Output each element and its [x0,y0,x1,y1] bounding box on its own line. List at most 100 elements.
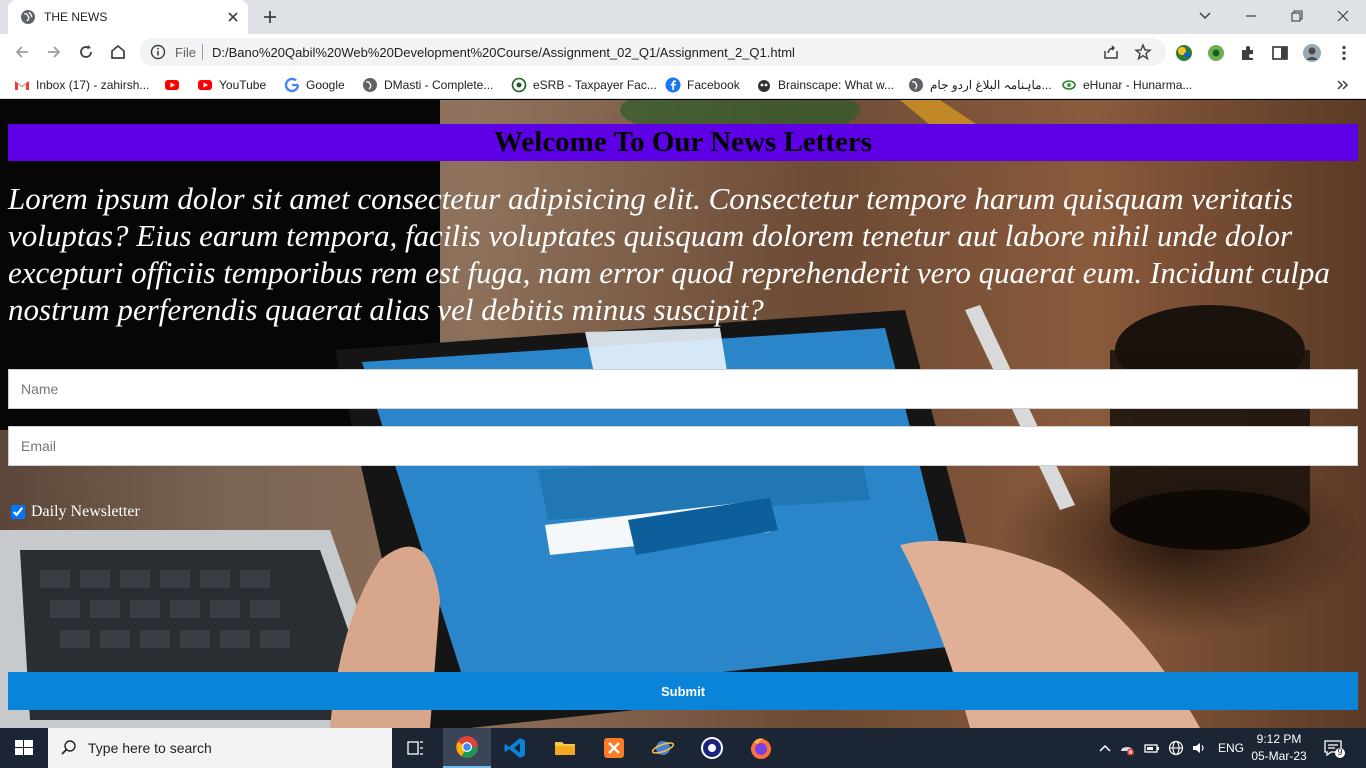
search-icon [61,740,76,755]
app-taskbar-button[interactable] [639,728,687,768]
bookmark-label: ماہنامہ البلاغ اردو جام... [930,78,1052,92]
taskbar: Type here to search ENG 9:12 PM 05-Mar-2… [0,728,1366,768]
task-view-icon [407,741,423,755]
extension-icon[interactable] [1174,43,1194,63]
tab-title: THE NEWS [44,10,108,24]
task-view-button[interactable] [392,728,440,768]
ehunar-icon [1062,80,1076,90]
bookmark-ehunar[interactable]: eHunar - Hunarma... [1061,76,1192,94]
firefox-icon [751,738,771,759]
firefox-taskbar-button[interactable] [737,728,785,768]
bookmark-label: Brainscape: What w... [778,78,895,92]
globe-icon [363,78,377,92]
forward-icon[interactable] [44,42,64,62]
profile-avatar-icon[interactable] [1302,43,1322,63]
file-explorer-taskbar-button[interactable] [541,728,589,768]
side-panel-icon[interactable] [1270,43,1290,63]
vscode-taskbar-button[interactable] [491,728,539,768]
bookmark-label: Inbox (17) - zahirsh... [36,78,150,92]
tab-strip: THE NEWS [0,0,1366,34]
submit-button[interactable]: Submit [8,672,1358,710]
bookmark-al-balagh[interactable]: ماہنامہ البلاغ اردو جام... [908,76,1052,94]
address-divider [202,44,203,60]
newsletter-page: Welcome To Our News Letters Lorem ipsum … [0,100,1366,728]
url-scheme-label: File [175,45,196,60]
bookmark-label: YouTube [219,78,267,92]
network-alert-icon[interactable] [1119,740,1135,756]
input-language-indicator[interactable]: ENG [1218,741,1244,755]
close-tab-icon[interactable] [224,8,242,26]
planet-icon [651,741,675,755]
app-taskbar-button[interactable] [688,728,736,768]
bookmarks-bar: Inbox (17) - zahirsh... YouTube Google D… [0,71,1366,99]
youtube-icon [165,80,179,90]
clock-time: 9:12 PM [1256,732,1302,746]
close-window-icon[interactable] [1331,5,1355,27]
address-bar[interactable]: File D:/Bano%20Qabil%20Web%20Development… [140,38,1166,66]
chrome-icon [456,736,478,758]
notification-count-badge: 9 [1337,747,1343,757]
clock-date: 05-Mar-23 [1251,749,1307,763]
bookmark-gmail[interactable]: Inbox (17) - zahirsh... [14,76,149,94]
facebook-icon [665,77,681,93]
chevron-up-icon[interactable] [1097,740,1113,756]
bookmark-brainscape[interactable]: Brainscape: What w... [756,76,894,94]
daily-newsletter-label[interactable]: Daily Newsletter [31,503,140,521]
globe-icon [21,10,35,24]
minimize-icon[interactable] [1239,5,1263,27]
bookmark-dmasti[interactable]: DMasti - Complete... [362,76,493,94]
extensions-puzzle-icon[interactable] [1238,43,1258,63]
globe-icon[interactable] [1168,740,1184,756]
vscode-icon [504,738,525,758]
bookmark-esrb[interactable]: eSRB - Taxpayer Fac... [511,76,657,94]
daily-newsletter-checkbox[interactable] [11,505,25,519]
taskbar-clock[interactable]: 9:12 PM 05-Mar-23 [1244,731,1314,765]
new-tab-icon[interactable] [260,7,280,27]
reload-icon[interactable] [76,42,96,62]
intro-paragraph: Lorem ipsum dolor sit amet consectetur a… [8,181,1330,327]
globe-icon [909,78,923,92]
gmail-icon [15,81,29,90]
page-viewport: Welcome To Our News Letters Lorem ipsum … [0,100,1366,728]
page-heading: Welcome To Our News Letters [8,124,1358,161]
taskbar-search-box[interactable]: Type here to search [48,728,392,768]
chrome-taskbar-button[interactable] [443,728,491,768]
bookmark-facebook[interactable]: Facebook [665,76,740,94]
xampp-taskbar-button[interactable] [590,728,638,768]
bookmark-label: Facebook [687,78,740,92]
volume-icon[interactable] [1191,740,1207,756]
more-menu-icon[interactable] [1334,43,1354,63]
bookmark-youtube[interactable]: YouTube [197,76,266,94]
bookmark-label: eSRB - Taxpayer Fac... [533,78,657,92]
app-emblem-icon [701,737,723,759]
chevron-right-double-icon[interactable] [1334,78,1350,92]
url-text[interactable]: D:/Bano%20Qabil%20Web%20Development%20Co… [212,45,795,60]
browser-toolbar: File D:/Bano%20Qabil%20Web%20Development… [0,34,1366,71]
bookmark-label: Google [306,78,345,92]
battery-icon[interactable] [1144,740,1160,756]
bookmark-label: eHunar - Hunarma... [1083,78,1193,92]
folder-icon [555,742,575,755]
email-input[interactable] [8,426,1358,466]
seal-icon [511,77,527,93]
name-input[interactable] [8,369,1358,409]
restore-icon[interactable] [1285,5,1309,27]
home-icon[interactable] [108,42,128,62]
bookmark-google[interactable]: Google [284,76,345,94]
bookmark-youtube-icon-only[interactable] [164,76,186,94]
tab-search-chevron-icon[interactable] [1193,5,1217,27]
tab-the-news[interactable]: THE NEWS [8,0,248,34]
bookmark-star-icon[interactable] [1134,43,1152,61]
bookmark-label: DMasti - Complete... [384,78,494,92]
youtube-icon [198,80,212,90]
notification-center-button[interactable]: 9 [1322,737,1346,759]
brainscape-icon [758,80,770,92]
taskbar-search-placeholder: Type here to search [88,740,212,756]
xampp-icon [604,738,624,758]
info-icon[interactable] [150,44,166,60]
google-icon [284,77,300,93]
back-icon[interactable] [12,42,32,62]
extension-icon[interactable] [1206,43,1226,63]
share-icon[interactable] [1102,43,1120,61]
windows-start-icon[interactable] [0,728,48,768]
